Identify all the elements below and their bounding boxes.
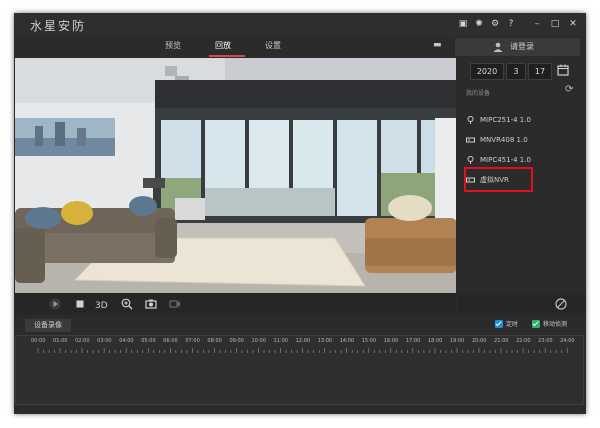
- calendar-icon[interactable]: [557, 64, 569, 76]
- time-tick-label: 23:00: [538, 338, 553, 344]
- time-tick-label: 12:00: [295, 338, 311, 344]
- tab-preview[interactable]: 预览: [165, 40, 181, 51]
- active-tab-indicator: [209, 55, 245, 57]
- time-tick-label: 08:00: [207, 338, 222, 344]
- time-tick-label: 02:00: [75, 338, 90, 344]
- time-tick-label: 24:00: [560, 338, 575, 344]
- gear-icon[interactable]: ⚙: [489, 18, 501, 30]
- user-icon: [493, 42, 503, 52]
- snapshot-icon[interactable]: [145, 298, 157, 310]
- time-tick-label: 04:00: [119, 338, 134, 344]
- camera-icon: [467, 156, 474, 164]
- device-item[interactable]: MNVR408 1.0: [466, 132, 578, 148]
- time-tick-label: 18:00: [427, 338, 443, 344]
- device-panel: 2020 3 17 我的设备 ⟳ MIPC251-4 1.0 MNVR408 1…: [457, 58, 586, 320]
- time-tick-label: 14:00: [339, 338, 355, 344]
- close-icon[interactable]: ✕: [567, 18, 579, 30]
- playback-controls: 3D: [15, 293, 456, 315]
- app-window: 水星安防 ▣ ✺ ⚙ ? – □ ✕ 预览 回放 设置 ▬ 请登录 2020 3…: [14, 13, 586, 414]
- time-tick-label: 15:00: [361, 338, 377, 344]
- device-record-button[interactable]: 设备录像: [25, 319, 71, 332]
- room-scene-image: [15, 58, 456, 293]
- time-tick-label: 00:00: [31, 338, 46, 344]
- device-name: MIPC451-4 1.0: [480, 156, 531, 164]
- minimize-icon[interactable]: –: [531, 18, 543, 30]
- speed-icon[interactable]: [555, 298, 567, 310]
- zoom-in-icon[interactable]: [121, 298, 133, 310]
- time-tick-label: 07:00: [185, 338, 200, 344]
- title-bar: 水星安防 ▣ ✺ ⚙ ? – □ ✕: [14, 13, 586, 37]
- video-playback-view[interactable]: [15, 58, 456, 293]
- device-item[interactable]: MIPC251-4 1.0: [466, 112, 578, 128]
- svg-text:3D: 3D: [95, 301, 108, 310]
- login-label: 请登录: [510, 42, 534, 51]
- time-tick-label: 09:00: [229, 338, 244, 344]
- time-tick-label: 11:00: [273, 338, 288, 344]
- time-tick-label: 06:00: [163, 338, 178, 344]
- tab-settings[interactable]: 设置: [265, 40, 281, 51]
- time-scale: [37, 348, 568, 353]
- timed-checkbox[interactable]: [495, 320, 503, 328]
- controls-right: [457, 293, 586, 315]
- time-tick-label: 03:00: [97, 338, 112, 344]
- login-button[interactable]: 请登录: [455, 38, 580, 56]
- motion-checkbox[interactable]: [532, 320, 540, 328]
- nvr-icon: [466, 137, 475, 143]
- time-tick-label: 22:00: [516, 338, 531, 344]
- stop-icon[interactable]: [74, 298, 86, 310]
- play-icon[interactable]: [49, 298, 61, 310]
- year-select[interactable]: 2020: [470, 63, 504, 80]
- time-tick-label: 17:00: [405, 338, 421, 344]
- view-3d-icon[interactable]: 3D: [95, 298, 111, 310]
- sun-icon[interactable]: ✺: [473, 18, 485, 30]
- time-tick-label: 05:00: [141, 338, 156, 344]
- folder-icon[interactable]: ▬: [433, 40, 442, 50]
- device-name: MNVR408 1.0: [480, 136, 528, 144]
- time-tick-label: 13:00: [317, 338, 333, 344]
- timeline[interactable]: 00:00 01:00 02:00 03:00 04:00 05:00 06:00 07:00…: [15, 335, 584, 405]
- app-logo: 水星安防: [30, 19, 87, 33]
- day-select[interactable]: 17: [528, 63, 552, 80]
- motion-label: 移动侦测: [543, 321, 568, 328]
- timed-label: 定时: [506, 321, 519, 328]
- device-section-title: 我的设备: [466, 90, 491, 97]
- device-item[interactable]: MIPC451-4 1.0: [466, 152, 578, 168]
- camera-icon: [467, 116, 474, 124]
- time-tick-label: 01:00: [53, 338, 68, 344]
- time-tick-label: 16:00: [383, 338, 399, 344]
- time-tick-label: 10:00: [251, 338, 266, 344]
- time-tick-label: 21:00: [494, 338, 509, 344]
- highlight-box: [464, 167, 533, 192]
- maximize-icon[interactable]: □: [549, 18, 561, 30]
- tab-playback[interactable]: 回放: [215, 40, 231, 51]
- record-icon[interactable]: [169, 298, 181, 310]
- help-icon[interactable]: ?: [505, 18, 517, 30]
- month-select[interactable]: 3: [506, 63, 526, 80]
- screenshot-icon[interactable]: ▣: [457, 18, 469, 30]
- time-tick-label: 20:00: [472, 338, 487, 344]
- refresh-icon[interactable]: ⟳: [565, 84, 573, 95]
- device-name: MIPC251-4 1.0: [480, 116, 531, 124]
- time-tick-label: 19:00: [449, 338, 465, 344]
